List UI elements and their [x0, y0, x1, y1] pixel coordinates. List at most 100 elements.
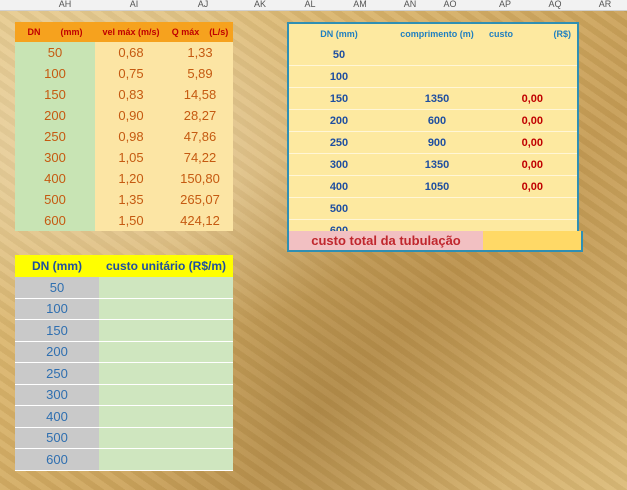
- header-custo[interactable]: custo (R$): [485, 23, 578, 44]
- dn-cell[interactable]: 100: [288, 65, 389, 88]
- q-cell[interactable]: 28,27: [167, 105, 233, 126]
- vel-cell[interactable]: 1,05: [95, 147, 167, 168]
- dn-cell[interactable]: 100: [15, 63, 95, 84]
- q-cell[interactable]: 47,86: [167, 126, 233, 147]
- column-letter[interactable]: AO: [443, 0, 456, 9]
- length-cell[interactable]: 900: [389, 131, 485, 154]
- dn-cell[interactable]: 400: [288, 175, 389, 198]
- length-cell[interactable]: [389, 65, 485, 88]
- q-cell[interactable]: 150,80: [167, 168, 233, 189]
- table-row: 300 1350 0,00: [288, 153, 578, 176]
- table-row: 500: [15, 427, 233, 449]
- dn-cell[interactable]: 100: [15, 298, 99, 320]
- vel-cell[interactable]: 1,20: [95, 168, 167, 189]
- dn-cell[interactable]: 50: [15, 277, 99, 299]
- unit-cost-cell[interactable]: [99, 427, 233, 449]
- cost-cell[interactable]: [485, 65, 578, 88]
- dn-cell[interactable]: 300: [15, 384, 99, 406]
- unit-cost-cell[interactable]: [99, 448, 233, 471]
- dn-cell[interactable]: 500: [15, 427, 99, 449]
- length-cell[interactable]: [389, 197, 485, 220]
- unit-cost-cell[interactable]: [99, 362, 233, 385]
- vel-cell[interactable]: 0,83: [95, 84, 167, 105]
- dn-cell[interactable]: 500: [288, 197, 389, 220]
- cost-cell[interactable]: 0,00: [485, 153, 578, 176]
- unit-cost-cell[interactable]: [99, 341, 233, 363]
- cost-cell[interactable]: 0,00: [485, 109, 578, 132]
- table-row: 200 600 0,00: [288, 109, 578, 132]
- dn-cell[interactable]: 50: [15, 42, 95, 63]
- cost-cell[interactable]: [485, 197, 578, 220]
- header-q-max[interactable]: Q máx (L/s): [167, 22, 233, 42]
- dn-cell[interactable]: 500: [15, 189, 95, 210]
- column-letter[interactable]: AI: [130, 0, 139, 9]
- q-cell[interactable]: 74,22: [167, 147, 233, 168]
- header-dn[interactable]: DN (mm): [15, 22, 95, 42]
- table-row: 150 0,83 14,58: [15, 84, 233, 105]
- column-letter[interactable]: AP: [499, 0, 511, 9]
- header-custo-unitario[interactable]: custo unitário (R$/m): [99, 255, 233, 277]
- column-letter[interactable]: AN: [404, 0, 417, 9]
- header-dn-mm-unit[interactable]: DN (mm): [15, 255, 99, 277]
- column-letter[interactable]: AK: [254, 0, 266, 9]
- table-row: 50: [15, 277, 233, 299]
- header-dn-mm[interactable]: DN (mm): [288, 23, 389, 44]
- dn-cell[interactable]: 400: [15, 405, 99, 428]
- q-cell[interactable]: 1,33: [167, 42, 233, 63]
- cost-cell[interactable]: 0,00: [485, 87, 578, 110]
- vel-cell[interactable]: 1,35: [95, 189, 167, 210]
- dn-cell[interactable]: 250: [15, 126, 95, 147]
- header-vel-max[interactable]: vel máx (m/s): [95, 22, 167, 42]
- unit-cost-cell[interactable]: [99, 277, 233, 299]
- dn-cell[interactable]: 400: [15, 168, 95, 189]
- q-cell[interactable]: 5,89: [167, 63, 233, 84]
- q-cell[interactable]: 424,12: [167, 210, 233, 231]
- cost-cell[interactable]: 0,00: [485, 131, 578, 154]
- dn-cell[interactable]: 250: [15, 362, 99, 385]
- vel-cell[interactable]: 1,50: [95, 210, 167, 231]
- dn-cell[interactable]: 300: [15, 147, 95, 168]
- unit-cost-cell[interactable]: [99, 298, 233, 320]
- dn-cell[interactable]: 200: [288, 109, 389, 132]
- table-row: 150 1350 0,00: [288, 87, 578, 110]
- column-letter[interactable]: AJ: [198, 0, 209, 9]
- unit-cost-cell[interactable]: [99, 384, 233, 406]
- length-cell[interactable]: 1050: [389, 175, 485, 198]
- dn-cell[interactable]: 600: [15, 210, 95, 231]
- q-cell[interactable]: 265,07: [167, 189, 233, 210]
- length-cell[interactable]: 1350: [389, 153, 485, 176]
- dn-cell[interactable]: 600: [15, 448, 99, 471]
- dn-cell[interactable]: 200: [15, 341, 99, 363]
- length-cell[interactable]: [389, 44, 485, 66]
- table-row: 300: [15, 384, 233, 406]
- vel-cell[interactable]: 0,98: [95, 126, 167, 147]
- dn-cell[interactable]: 50: [288, 44, 389, 66]
- dn-cell[interactable]: 150: [15, 84, 95, 105]
- column-letter[interactable]: AH: [59, 0, 72, 9]
- dn-cell[interactable]: 300: [288, 153, 389, 176]
- q-cell[interactable]: 14,58: [167, 84, 233, 105]
- length-cell[interactable]: 1350: [389, 87, 485, 110]
- vel-cell[interactable]: 0,90: [95, 105, 167, 126]
- table-row: 400 1050 0,00: [288, 175, 578, 198]
- length-cell[interactable]: 600: [389, 109, 485, 132]
- column-letter[interactable]: AQ: [548, 0, 561, 9]
- header-custo-unit: (R$): [553, 29, 572, 39]
- cost-cell[interactable]: 0,00: [485, 175, 578, 198]
- dn-cell[interactable]: 200: [15, 105, 95, 126]
- column-letter[interactable]: AM: [353, 0, 367, 9]
- column-letter[interactable]: AL: [304, 0, 315, 9]
- total-cost-value[interactable]: [483, 231, 581, 250]
- vel-cell[interactable]: 0,68: [95, 42, 167, 63]
- dn-cell[interactable]: 150: [15, 319, 99, 342]
- header-comprimento[interactable]: comprimento (m): [389, 23, 485, 44]
- cost-cell[interactable]: [485, 44, 578, 66]
- worksheet-area: DN (mm) vel máx (m/s) Q máx (L/s) 50 0,68…: [0, 11, 627, 490]
- dn-cell[interactable]: 250: [288, 131, 389, 154]
- total-cost-label[interactable]: custo total da tubulação: [289, 231, 483, 250]
- vel-cell[interactable]: 0,75: [95, 63, 167, 84]
- dn-cell[interactable]: 150: [288, 87, 389, 110]
- unit-cost-cell[interactable]: [99, 319, 233, 342]
- unit-cost-cell[interactable]: [99, 405, 233, 428]
- column-letter[interactable]: AR: [599, 0, 612, 9]
